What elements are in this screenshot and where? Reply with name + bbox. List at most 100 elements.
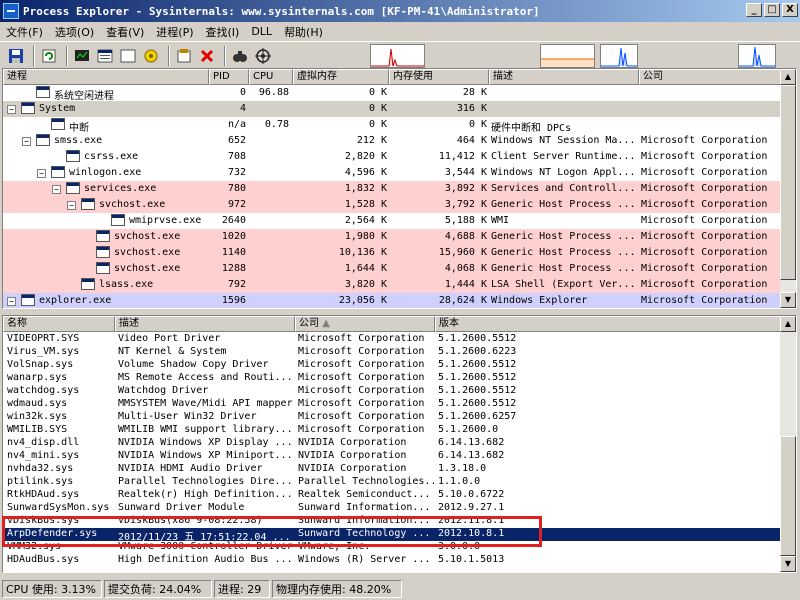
dll-row[interactable]: wanarp.sys MS Remote Access and Routi... M…	[3, 372, 781, 385]
process-icon	[96, 230, 110, 242]
process-row[interactable]: wmiprvse.exe 2640 2,564 K 5,188 K WMI Microso…	[3, 213, 781, 229]
col-company[interactable]: 公司	[639, 69, 782, 85]
process-description: LSA Shell (Export Ver...	[491, 279, 636, 290]
tree-collapse-icon[interactable]: −	[52, 185, 61, 194]
process-virtual-memory: 0 K	[368, 87, 387, 98]
dll-view-icon[interactable]	[141, 46, 161, 66]
process-row[interactable]: − smss.exe 652 212 K 464 K Windows NT Session…	[3, 133, 781, 149]
dll-description: Realtek(r) High Definition...	[118, 489, 293, 500]
cpu-graph[interactable]	[370, 44, 425, 68]
process-row[interactable]: svchost.exe 1288 1,644 K 4,068 K Generic Hos…	[3, 261, 781, 277]
scroll-thumb[interactable]	[780, 85, 796, 280]
process-row[interactable]: − services.exe 780 1,832 K 3,892 K Services a…	[3, 181, 781, 197]
close-button[interactable]: X	[782, 3, 798, 17]
menu-options[interactable]: 选项(O)	[49, 24, 100, 40]
dll-row[interactable]: nv4_mini.sys NVIDIA Windows XP Miniport..…	[3, 450, 781, 463]
process-row[interactable]: csrss.exe 708 2,820 K 11,412 K Client Server…	[3, 149, 781, 165]
process-memory: 3,792 K	[444, 199, 487, 210]
process-row[interactable]: − winlogon.exe 732 4,596 K 3,544 K Windows NT…	[3, 165, 781, 181]
process-virtual-memory: 0 K	[368, 119, 387, 130]
dll-row[interactable]: win32k.sys Multi-User Win32 Driver Microso…	[3, 411, 781, 424]
col-process[interactable]: 进程	[3, 69, 209, 85]
dll-row[interactable]: Virus_VM.sys NT Kernel & System Microsoft …	[3, 346, 781, 359]
col-cpu[interactable]: CPU	[249, 69, 293, 85]
tree-collapse-icon[interactable]: −	[22, 137, 31, 146]
process-row[interactable]: − svchost.exe 972 1,528 K 3,792 K Generic Hos…	[3, 197, 781, 213]
menu-process[interactable]: 进程(P)	[150, 24, 199, 40]
process-name: svchost.exe	[114, 231, 181, 242]
process-row[interactable]: 中断 n/a 0.78 0 K 0 K 硬件中断和 DPCs	[3, 117, 781, 134]
process-row[interactable]: svchost.exe 1020 1,980 K 4,688 K Generic Hos…	[3, 229, 781, 245]
process-row[interactable]: 系统空闲进程 0 96.88 0 K 28 K	[3, 85, 781, 102]
dll-scrollbar[interactable]: ▲ ▼	[780, 316, 796, 572]
col-dll-company[interactable]: 公司 ▲	[295, 316, 435, 332]
col-pid[interactable]: PID	[209, 69, 249, 85]
properties-icon[interactable]	[174, 46, 194, 66]
process-name: System	[39, 103, 76, 114]
scroll-up-icon[interactable]: ▲	[780, 316, 796, 332]
refresh-icon[interactable]	[39, 46, 59, 66]
scroll-down-icon[interactable]: ▼	[780, 292, 796, 308]
physical-memory-graph[interactable]	[738, 44, 776, 68]
dll-name: VolSnap.sys	[7, 359, 74, 370]
process-row[interactable]: − System 4 0 K 316 K	[3, 101, 781, 117]
process-scrollbar[interactable]: ▲ ▼	[780, 69, 796, 308]
dll-row[interactable]: nv4_disp.dll NVIDIA Windows XP Display ..…	[3, 437, 781, 450]
scroll-down-icon[interactable]: ▼	[780, 556, 796, 572]
process-icon	[51, 166, 65, 178]
process-header: 进程 PID CPU 虚拟内存 内存使用 描述 公司	[3, 69, 796, 85]
process-memory: 464 K	[456, 135, 487, 146]
dll-row[interactable]: SunwardSysMon.sys Sunward Driver Module Su…	[3, 502, 781, 515]
menu-view[interactable]: 查看(V)	[100, 24, 150, 40]
tree-collapse-icon[interactable]: −	[7, 105, 16, 114]
process-row[interactable]: lsass.exe 792 3,820 K 1,444 K LSA Shell (Exp…	[3, 277, 781, 293]
dll-header: 名称 描述 公司 ▲ 版本	[3, 316, 796, 332]
show-tree-icon[interactable]	[95, 46, 115, 66]
col-dll-description[interactable]: 描述	[115, 316, 295, 332]
io-graph[interactable]	[600, 44, 638, 68]
dll-row[interactable]: HDAudBus.sys High Definition Audio Bus ..…	[3, 554, 781, 567]
scroll-up-icon[interactable]: ▲	[780, 69, 796, 85]
dll-name: VIDEOPRT.SYS	[7, 333, 80, 344]
window-titlebar[interactable]: Process Explorer - Sysinternals: www.sys…	[0, 0, 800, 22]
process-memory: 0 K	[468, 119, 487, 130]
menu-help[interactable]: 帮助(H)	[278, 24, 329, 40]
dll-row[interactable]: RtkHDAud.sys Realtek(r) High Definition..…	[3, 489, 781, 502]
dll-description: NVIDIA HDMI Audio Driver	[118, 463, 263, 474]
col-description[interactable]: 描述	[489, 69, 639, 85]
process-row[interactable]: svchost.exe 1140 10,136 K 15,960 K Generic H…	[3, 245, 781, 261]
commit-graph[interactable]	[540, 44, 595, 68]
col-version[interactable]: 版本	[435, 316, 782, 332]
dll-row[interactable]: VIDEOPRT.SYS Video Port Driver Microsoft C…	[3, 333, 781, 346]
minimize-button[interactable]: _	[746, 3, 762, 17]
dll-company: Microsoft Corporation	[298, 411, 425, 422]
process-row[interactable]: − explorer.exe 1596 23,056 K 28,624 K Windows…	[3, 293, 781, 308]
dll-row[interactable]: VolSnap.sys Volume Shadow Copy Driver Micr…	[3, 359, 781, 372]
process-pid: 780	[227, 183, 246, 194]
dll-row[interactable]: wdmaud.sys MMSYSTEM Wave/Midi API mapper M…	[3, 398, 781, 411]
menu-dll[interactable]: DLL	[245, 25, 278, 38]
maximize-button[interactable]: □	[764, 3, 780, 17]
process-memory: 1,444 K	[444, 279, 487, 290]
col-name[interactable]: 名称	[3, 316, 115, 332]
system-info-icon[interactable]	[72, 46, 92, 66]
col-virtual-memory[interactable]: 虚拟内存	[293, 69, 389, 85]
lower-pane-icon[interactable]	[118, 46, 138, 66]
dll-row[interactable]: watchdog.sys Watchdog Driver Microsoft Cor…	[3, 385, 781, 398]
process-tree-panel[interactable]: 进程 PID CPU 虚拟内存 内存使用 描述 公司 系统空闲进程 0 96.88 0…	[2, 68, 797, 309]
tree-collapse-icon[interactable]: −	[37, 169, 46, 178]
tree-collapse-icon[interactable]: −	[67, 201, 76, 210]
dll-row[interactable]: ptilink.sys Parallel Technologies Dire...…	[3, 476, 781, 489]
process-pid: 792	[227, 279, 246, 290]
menu-find[interactable]: 查找(I)	[200, 24, 246, 40]
menu-file[interactable]: 文件(F)	[0, 24, 49, 40]
scroll-thumb[interactable]	[780, 436, 796, 556]
col-memory-usage[interactable]: 内存使用	[389, 69, 489, 85]
dll-row[interactable]: nvhda32.sys NVIDIA HDMI Audio Driver NVIDI…	[3, 463, 781, 476]
target-icon[interactable]	[253, 46, 273, 66]
find-icon[interactable]	[230, 46, 250, 66]
save-icon[interactable]	[6, 46, 26, 66]
tree-collapse-icon[interactable]: −	[7, 297, 16, 306]
kill-process-icon[interactable]	[197, 46, 217, 66]
dll-row[interactable]: WMILIB.SYS WMILIB WMI support library... M…	[3, 424, 781, 437]
